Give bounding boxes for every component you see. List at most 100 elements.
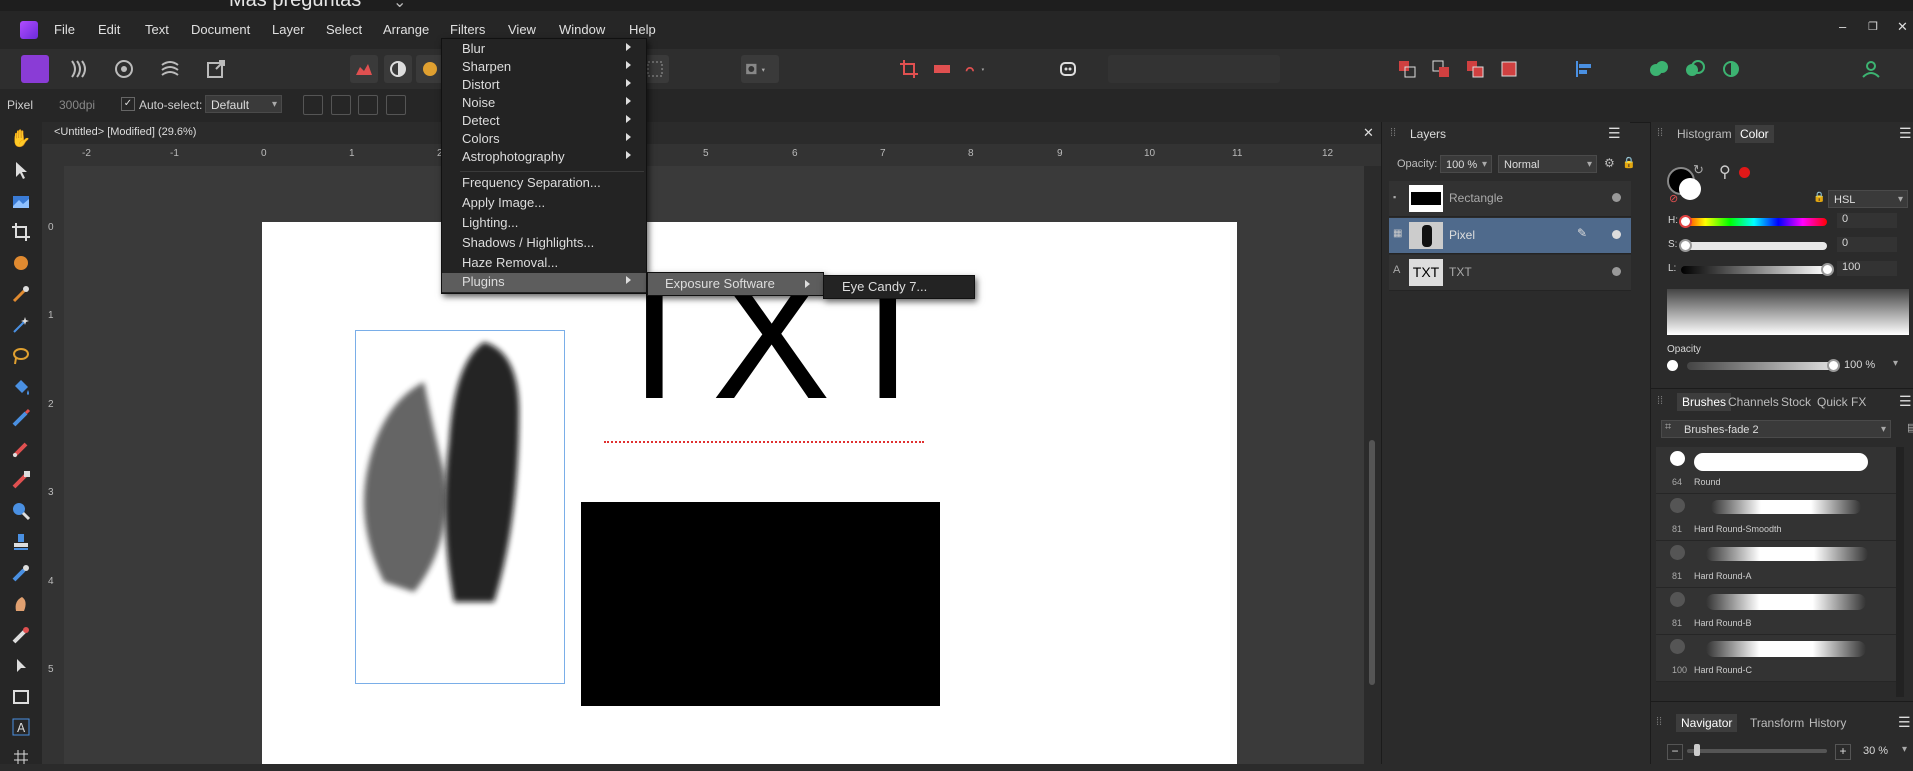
selection-bounding-box[interactable]: [355, 330, 565, 684]
layer-visibility-icon[interactable]: [1612, 267, 1621, 276]
transform-tab[interactable]: Transform: [1750, 716, 1804, 730]
rotation-handle[interactable]: [400, 280, 402, 330]
layer-settings-icon[interactable]: ⚙: [1604, 156, 1615, 170]
color-picker-icon[interactable]: ⚲: [1719, 162, 1731, 182]
fill-icon[interactable]: [928, 55, 956, 83]
brushes-menu-icon[interactable]: ☰: [1899, 393, 1912, 410]
menu-item-frequency-separation[interactable]: Frequency Separation...: [442, 174, 646, 192]
red-eye-icon[interactable]: [10, 624, 32, 646]
hand-tool-icon[interactable]: ✋: [10, 129, 32, 151]
zoom-value[interactable]: 30 %: [1863, 745, 1888, 757]
boolean-subtract-icon[interactable]: [1681, 55, 1709, 83]
crop-icon[interactable]: [895, 55, 923, 83]
menu-document[interactable]: Document: [191, 22, 250, 37]
transform-origin-icon[interactable]: [303, 95, 323, 115]
align-icon[interactable]: [1570, 55, 1598, 83]
levels-icon[interactable]: [350, 55, 378, 83]
layer-row-txt[interactable]: A TXT TXT: [1389, 255, 1631, 291]
menu-file[interactable]: File: [54, 22, 75, 37]
panel-grip-icon[interactable]: ⁞⁞: [1657, 127, 1663, 139]
arrange-backward-icon[interactable]: [1427, 55, 1455, 83]
lightness-slider[interactable]: [1681, 266, 1827, 274]
panel-grip-icon[interactable]: ⁞⁞: [1390, 127, 1396, 139]
stroke-color-swatch[interactable]: [1679, 178, 1701, 200]
menu-item-distort[interactable]: Distort: [442, 76, 646, 94]
color-model-dropdown[interactable]: HSL: [1828, 190, 1908, 209]
menu-filters[interactable]: Filters: [450, 22, 485, 37]
h-value[interactable]: 0: [1837, 213, 1897, 228]
layer-visibility-icon[interactable]: [1612, 193, 1621, 202]
menu-item-noise[interactable]: Noise: [442, 94, 646, 112]
panel-grip-icon[interactable]: ⁞⁞: [1657, 395, 1663, 407]
brush-category-dropdown[interactable]: Brushes-fade 2: [1661, 420, 1891, 439]
menu-item-astrophotography[interactable]: Astrophotography: [442, 148, 646, 166]
tone-mapping-persona-icon[interactable]: [156, 55, 184, 83]
dodge-brush-icon[interactable]: [10, 500, 32, 522]
flip-vertical-icon[interactable]: [386, 95, 406, 115]
lightness-slider-handle[interactable]: [1821, 263, 1834, 276]
menu-item-haze-removal[interactable]: Haze Removal...: [442, 254, 646, 272]
opacity-slider[interactable]: [1687, 362, 1832, 370]
liquify-persona-icon[interactable]: [64, 55, 92, 83]
brush-item[interactable]: 81 Hard Round-Smoodth: [1656, 494, 1896, 541]
mesh-warp-icon[interactable]: [10, 746, 32, 768]
hue-slider-handle[interactable]: [1679, 215, 1692, 228]
l-value[interactable]: 100: [1837, 261, 1897, 276]
move-tool-icon[interactable]: [10, 159, 32, 181]
close-window-button[interactable]: ✕: [1897, 19, 1908, 35]
quickfx-tab[interactable]: Quick FX: [1817, 395, 1866, 409]
minimize-button[interactable]: –: [1839, 19, 1846, 34]
brush-item[interactable]: 81 Hard Round-B: [1656, 588, 1896, 635]
flood-fill-icon[interactable]: [10, 376, 32, 398]
snapping-icon[interactable]: ▾: [962, 55, 1012, 83]
document-close-icon[interactable]: ✕: [1363, 125, 1374, 141]
menu-item-exposure-software[interactable]: Exposure Software: [648, 273, 823, 295]
autoselect-checkbox[interactable]: ✓: [121, 97, 135, 111]
layers-tab[interactable]: Layers: [1410, 127, 1446, 141]
flip-horizontal-icon[interactable]: [358, 95, 378, 115]
hue-slider[interactable]: [1681, 218, 1827, 226]
paint-brush-icon[interactable]: [10, 438, 32, 460]
menu-item-blur[interactable]: Blur: [442, 40, 646, 58]
color-lock-icon[interactable]: 🔒: [1813, 192, 1825, 203]
auto-contrast-icon[interactable]: [384, 55, 412, 83]
menu-item-detect[interactable]: Detect: [442, 112, 646, 130]
opacity-dropdown-icon[interactable]: ▾: [1893, 358, 1898, 369]
blend-mode-dropdown[interactable]: Normal: [1498, 155, 1597, 174]
document-page[interactable]: TXT: [262, 222, 1237, 764]
layer-row-pixel[interactable]: ▦ Pixel ✎: [1389, 218, 1631, 254]
zoom-slider[interactable]: [1687, 749, 1827, 753]
menu-help[interactable]: Help: [629, 22, 656, 37]
erase-brush-icon[interactable]: [10, 469, 32, 491]
zoom-in-button[interactable]: +: [1835, 744, 1851, 760]
boolean-add-icon[interactable]: [1645, 55, 1673, 83]
place-image-icon[interactable]: [10, 191, 32, 213]
layer-visibility-icon[interactable]: [1612, 230, 1621, 239]
zoom-out-button[interactable]: −: [1667, 744, 1683, 760]
menu-text[interactable]: Text: [145, 22, 169, 37]
saturation-slider[interactable]: [1681, 242, 1827, 250]
assistant-icon[interactable]: [1054, 55, 1082, 83]
channels-tab[interactable]: Channels: [1728, 395, 1779, 409]
selection-brush-icon[interactable]: [10, 252, 32, 274]
boolean-intersect-icon[interactable]: [1717, 55, 1745, 83]
menu-item-shadows-highlights[interactable]: Shadows / Highlights...: [442, 234, 646, 252]
menu-item-eye-candy[interactable]: Eye Candy 7...: [842, 279, 927, 294]
layer-row-rectangle[interactable]: ▪ Rectangle: [1389, 181, 1631, 217]
brushes-scrollbar[interactable]: [1896, 447, 1904, 697]
no-color-icon[interactable]: ⊘: [1669, 192, 1678, 205]
canvas-rectangle[interactable]: [581, 502, 940, 706]
color-panel-menu-icon[interactable]: ☰: [1899, 125, 1912, 142]
menu-item-lighting[interactable]: Lighting...: [442, 214, 646, 232]
menu-arrange[interactable]: Arrange: [383, 22, 429, 37]
eyedropper-icon[interactable]: [10, 283, 32, 305]
magic-wand-icon[interactable]: [10, 314, 32, 336]
picked-color-swatch[interactable]: [1739, 167, 1750, 178]
export-persona-icon[interactable]: [202, 55, 230, 83]
histogram-tab[interactable]: Histogram: [1677, 127, 1732, 141]
restore-button[interactable]: ❐: [1868, 20, 1878, 33]
brush-item[interactable]: 100 Hard Round-C: [1656, 635, 1896, 682]
brush-item[interactable]: 64 Round: [1656, 447, 1896, 494]
scroll-thumb[interactable]: [1369, 440, 1375, 685]
title-dropdown-icon[interactable]: ⌄: [393, 0, 406, 11]
